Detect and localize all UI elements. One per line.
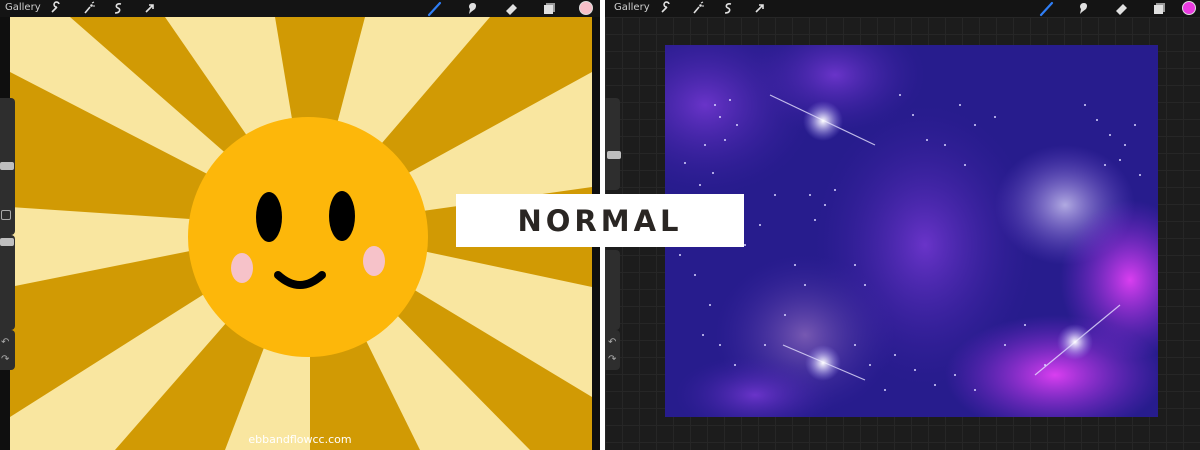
modify-button[interactable] <box>1 210 11 220</box>
blend-mode-label: NORMAL <box>517 203 683 238</box>
color-swatch[interactable] <box>579 1 593 15</box>
undo-icon[interactable]: ↶ <box>1 337 13 349</box>
color-swatch[interactable] <box>1182 1 1196 15</box>
transform-arrow-icon[interactable] <box>751 0 768 17</box>
opacity-slider[interactable] <box>605 250 620 330</box>
gallery-button[interactable]: Gallery <box>614 2 650 13</box>
transform-arrow-icon[interactable] <box>141 0 158 17</box>
top-toolbar: Gallery <box>0 0 600 17</box>
watermark-text: ebbandflowcc.com <box>248 433 352 446</box>
redo-icon[interactable]: ↷ <box>608 354 620 366</box>
undo-redo-group: ↶ ↷ <box>0 330 15 370</box>
layers-icon[interactable] <box>541 0 558 17</box>
eraser-icon[interactable] <box>1113 0 1130 17</box>
gallery-button[interactable]: Gallery <box>5 2 41 13</box>
selection-icon[interactable] <box>720 0 737 17</box>
smudge-icon[interactable] <box>463 0 480 17</box>
wrench-icon[interactable] <box>657 0 674 17</box>
opacity-slider[interactable] <box>0 235 15 330</box>
brush-icon[interactable] <box>426 0 443 17</box>
eraser-icon[interactable] <box>503 0 520 17</box>
brush-icon[interactable] <box>1038 0 1055 17</box>
undo-redo-group: ↶ ↷ <box>605 330 620 370</box>
blend-mode-label-box: NORMAL <box>456 194 744 247</box>
brush-size-thumb[interactable] <box>607 151 621 159</box>
brush-size-thumb[interactable] <box>0 162 14 170</box>
opacity-thumb[interactable] <box>0 238 14 246</box>
wrench-icon[interactable] <box>47 0 64 17</box>
redo-icon[interactable]: ↷ <box>1 354 13 366</box>
top-toolbar: Gallery <box>605 0 1200 17</box>
layers-icon[interactable] <box>1151 0 1168 17</box>
magic-wand-icon[interactable] <box>689 0 706 17</box>
magic-wand-icon[interactable] <box>80 0 97 17</box>
smudge-icon[interactable] <box>1074 0 1091 17</box>
selection-icon[interactable] <box>110 0 127 17</box>
undo-icon[interactable]: ↶ <box>608 337 620 349</box>
brush-size-slider[interactable] <box>605 98 621 190</box>
